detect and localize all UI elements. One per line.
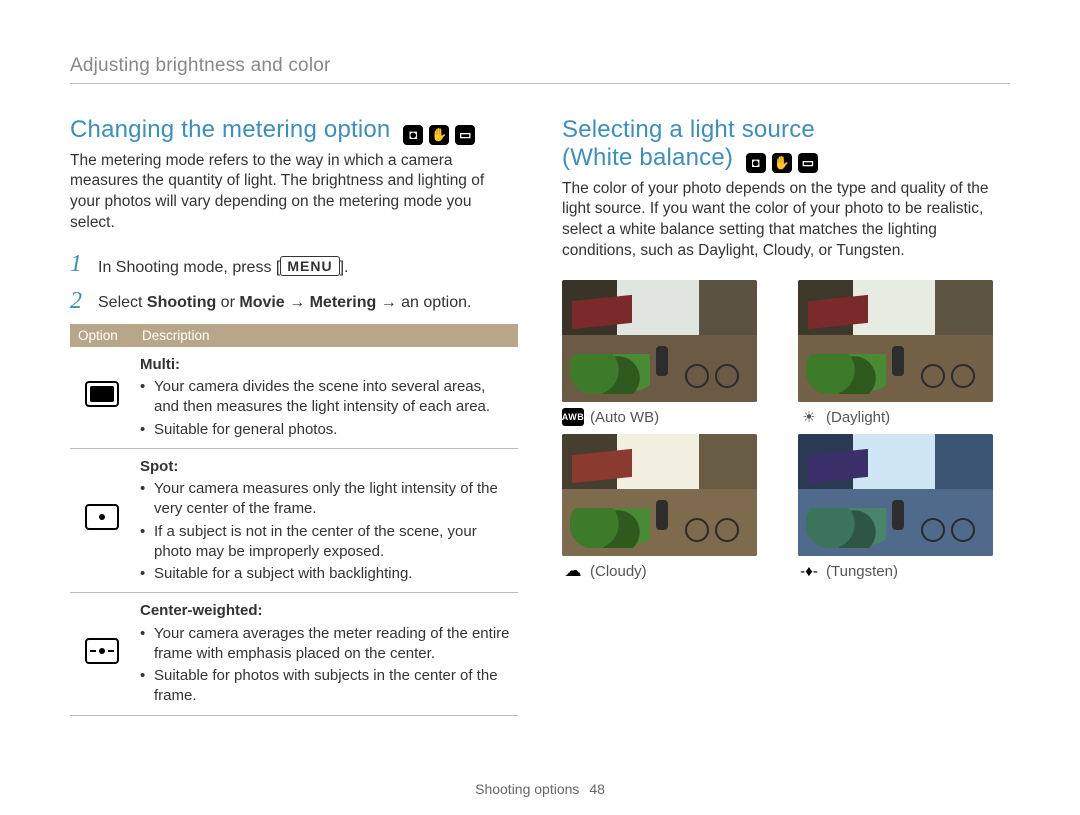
camera-mode-icon: ◘ [746,153,766,173]
footer-section: Shooting options [475,781,579,797]
breadcrumb: Adjusting brightness and color [70,55,1010,84]
bullet: Suitable for general photos. [140,420,512,440]
metering-title-text: Changing the metering option [70,116,390,143]
two-column-layout: Changing the metering option ◘ ✋ ▭ The m… [70,116,1010,716]
metering-options-table: Option Description Multi: Your camera di… [70,324,518,716]
wb-title-line1: Selecting a light source [562,116,815,143]
step1-pre: In Shooting mode, press [ [98,259,280,276]
s2b: Shooting [147,294,216,311]
sun-icon: ☀ [798,408,820,426]
footer-page-number: 48 [589,781,605,797]
left-column: Changing the metering option ◘ ✋ ▭ The m… [70,116,518,716]
s2c: or [216,294,239,311]
steps-list: 1 In Shooting mode, press [MENU]. 2 Sele… [70,252,518,314]
step-number: 2 [70,289,86,314]
wb-caption-auto: AWB (Auto WB) [562,408,774,426]
video-mode-icon: ▭ [798,153,818,173]
s2g: → an option. [376,294,471,311]
opt-name-cw: Center-weighted: [140,602,263,619]
cloud-icon: ☁ [562,562,584,580]
bullet: Suitable for a subject with backlighting… [140,564,512,584]
wb-label: (Daylight) [826,409,890,426]
step-2-text: Select Shooting or Movie → Metering → an… [98,289,471,314]
awb-icon: AWB [562,408,584,426]
mode-icons-group: ◘ ✋ ▭ [403,125,475,145]
table-row: Center-weighted: Your camera averages th… [70,593,518,715]
manual-page: Adjusting brightness and color Changing … [0,0,1080,716]
bullet: Your camera averages the meter reading o… [140,624,512,665]
wb-label: (Cloudy) [590,563,647,580]
wb-caption-tungsten: -♦- (Tungsten) [798,562,1010,580]
wb-thumb-tungsten [798,434,993,556]
step-2: 2 Select Shooting or Movie → Metering → … [70,289,518,314]
wb-item-daylight: ☀ (Daylight) [798,280,1010,426]
wb-item-cloudy: ☁ (Cloudy) [562,434,774,580]
table-row: Spot: Your camera measures only the ligh… [70,448,518,593]
video-mode-icon: ▭ [455,125,475,145]
menu-key: MENU [280,256,339,276]
wb-label: (Auto WB) [590,409,659,426]
hand-mode-icon: ✋ [772,153,792,173]
spot-metering-icon [85,504,119,530]
multi-metering-icon [85,381,119,407]
wb-thumb-auto [562,280,757,402]
hand-mode-icon: ✋ [429,125,449,145]
mode-icons-group: ◘ ✋ ▭ [746,153,818,173]
step-1-text: In Shooting mode, press [MENU]. [98,252,348,279]
metering-intro: The metering mode refers to the way in w… [70,151,518,235]
bullet: Your camera measures only the light inte… [140,479,512,520]
bullet: Suitable for photos with subjects in the… [140,666,512,707]
step-number: 1 [70,252,86,279]
wb-thumb-daylight [798,280,993,402]
wb-title-line2: (White balance) [562,144,733,171]
s2f: Metering [310,294,377,311]
s2a: Select [98,294,147,311]
step-1: 1 In Shooting mode, press [MENU]. [70,252,518,279]
wb-section-title: Selecting a light source (White balance)… [562,116,1010,173]
table-row: Multi: Your camera divides the scene int… [70,347,518,449]
s2e: → [285,294,310,311]
opt-name-spot: Spot: [140,458,178,475]
wb-caption-daylight: ☀ (Daylight) [798,408,1010,426]
wb-item-auto: AWB (Auto WB) [562,280,774,426]
center-weighted-metering-icon [85,638,119,664]
bullet: If a subject is not in the center of the… [140,522,512,563]
page-footer: Shooting options 48 [0,781,1080,797]
wb-intro: The color of your photo depends on the t… [562,179,1010,263]
wb-caption-cloudy: ☁ (Cloudy) [562,562,774,580]
bulb-icon: -♦- [798,562,820,580]
step1-post: ]. [340,259,349,276]
bullet: Your camera divides the scene into sever… [140,377,512,418]
camera-mode-icon: ◘ [403,125,423,145]
th-option: Option [70,324,134,347]
wb-label: (Tungsten) [826,563,898,580]
s2d: Movie [239,294,284,311]
right-column: Selecting a light source (White balance)… [562,116,1010,716]
metering-section-title: Changing the metering option ◘ ✋ ▭ [70,116,518,145]
th-description: Description [134,324,518,347]
opt-name-multi: Multi: [140,356,180,373]
wb-examples-grid: AWB (Auto WB) ☀ (Daylight) [562,280,1010,580]
wb-thumb-cloudy [562,434,757,556]
wb-item-tungsten: -♦- (Tungsten) [798,434,1010,580]
